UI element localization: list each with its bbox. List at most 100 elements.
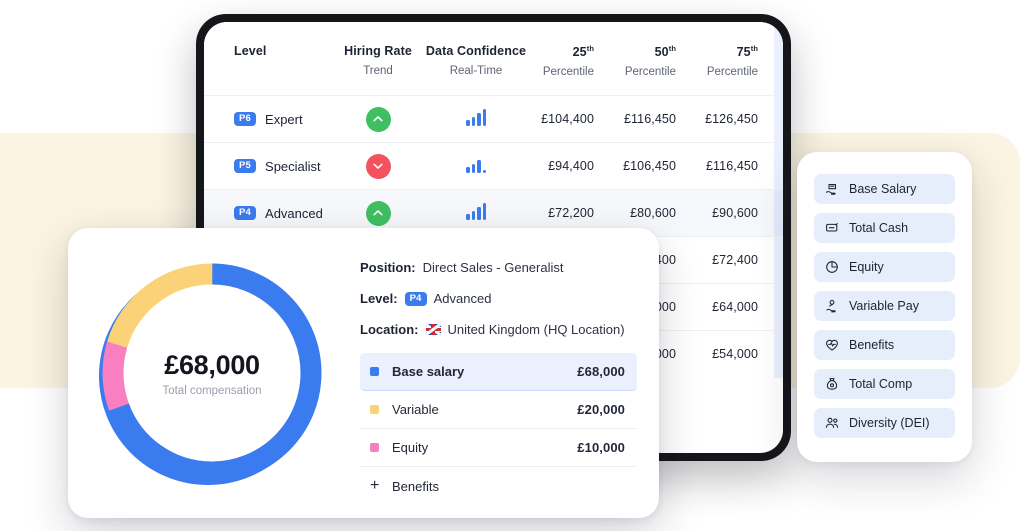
confidence-bars-icon bbox=[466, 203, 486, 221]
menu-item-total-cash[interactable]: Total Cash bbox=[814, 213, 955, 243]
column-title-text: 50 bbox=[654, 45, 669, 60]
menu-item-label: Diversity (DEI) bbox=[849, 416, 930, 430]
cell-p75: £126,450 bbox=[692, 95, 774, 143]
column-header-hiring-rate[interactable]: Hiring Rate Trend bbox=[332, 22, 424, 96]
level-name: Advanced bbox=[265, 205, 323, 221]
location-value: United Kingdom (HQ Location) bbox=[447, 322, 625, 337]
column-title: 75th bbox=[692, 44, 758, 61]
trend-up-icon bbox=[365, 200, 391, 226]
breakdown-amount: £20,000 bbox=[577, 402, 625, 417]
menu-item-label: Base Salary bbox=[849, 182, 917, 196]
level-name: Expert bbox=[265, 111, 303, 127]
cell-level: P5 Specialist bbox=[204, 142, 332, 190]
cell-p75: £90,600 bbox=[692, 189, 774, 237]
cell-p25: £104,400 bbox=[528, 95, 610, 143]
position-label: Position: bbox=[360, 260, 416, 275]
cell-target: £120,450 bbox=[774, 95, 783, 143]
cell-target: £48,000 bbox=[774, 330, 783, 378]
level-label: Level: bbox=[360, 291, 398, 306]
column-title: Hiring Rate bbox=[344, 44, 412, 58]
metric-menu-panel: Base Salary Total Cash Equity Variable Pay B… bbox=[797, 152, 972, 462]
menu-item-label: Equity bbox=[849, 260, 884, 274]
table-header: Level Hiring Rate Trend Data Confidence … bbox=[204, 22, 783, 96]
level-value: Advanced bbox=[433, 291, 492, 306]
position-value: Direct Sales - Generalist bbox=[422, 260, 564, 275]
add-benefits-row[interactable]: + Benefits bbox=[360, 467, 637, 505]
location-row: Location: United Kingdom (HQ Location) bbox=[360, 322, 637, 337]
column-header-p25[interactable]: 25th Percentile bbox=[528, 22, 610, 96]
breakdown-row[interactable]: Variable £20,000 bbox=[360, 391, 637, 429]
breakdown-row[interactable]: Equity £10,000 bbox=[360, 429, 637, 467]
cell-hiring-rate bbox=[332, 95, 424, 143]
menu-item-equity[interactable]: Equity bbox=[814, 252, 955, 282]
donut-chart: £68,000 Total compensation bbox=[89, 250, 335, 496]
breakdown-label: Variable bbox=[392, 402, 439, 417]
cell-p75: £64,000 bbox=[692, 283, 774, 331]
menu-item-base-salary[interactable]: Base Salary bbox=[814, 174, 955, 204]
menu-item-total-comp[interactable]: Total Comp bbox=[814, 369, 955, 399]
ordinal-suffix: th bbox=[750, 44, 758, 53]
column-header-p50[interactable]: 50th Percentile bbox=[610, 22, 692, 96]
breakdown-row[interactable]: Base salary £68,000 bbox=[360, 353, 637, 391]
donut-segments bbox=[102, 263, 322, 483]
breakdown-amount: £68,000 bbox=[577, 364, 625, 379]
money-bag-icon bbox=[826, 378, 838, 390]
column-title: Data Confidence bbox=[425, 44, 527, 58]
color-swatch bbox=[370, 443, 379, 452]
cell-data-confidence bbox=[424, 142, 528, 190]
cash-box-icon bbox=[826, 223, 838, 232]
column-title: Target: 60th bbox=[774, 44, 783, 61]
cell-p75: £54,000 bbox=[692, 330, 774, 378]
add-benefits-label: Benefits bbox=[392, 478, 439, 494]
column-subtitle: Percentile bbox=[706, 65, 758, 78]
position-row: Position: Direct Sales - Generalist bbox=[360, 260, 637, 275]
heart-pulse-icon bbox=[826, 339, 838, 351]
scene: Level Hiring Rate Trend Data Confidence … bbox=[0, 0, 1020, 531]
cell-p75: £72,400 bbox=[692, 236, 774, 284]
ordinal-suffix: th bbox=[586, 44, 594, 53]
cell-target: £84,600 bbox=[774, 189, 783, 237]
column-subtitle: Percentile bbox=[774, 65, 783, 79]
column-header-target[interactable]: Target: 60th Percentile bbox=[774, 22, 783, 96]
menu-item-label: Total Cash bbox=[849, 221, 909, 235]
menu-item-benefits[interactable]: Benefits bbox=[814, 330, 955, 360]
column-header-p75[interactable]: 75th Percentile bbox=[692, 22, 774, 96]
level-badge: P4 bbox=[404, 291, 427, 306]
confidence-bars-icon bbox=[466, 156, 486, 174]
location-label: Location: bbox=[360, 322, 419, 337]
cell-p50: £106,450 bbox=[610, 142, 692, 190]
trend-up-icon bbox=[365, 106, 391, 132]
plus-icon: + bbox=[370, 477, 380, 494]
compensation-card: £68,000 Total compensation Position: Dir… bbox=[68, 228, 659, 518]
column-subtitle: Percentile bbox=[542, 65, 594, 78]
table-row[interactable]: P5 Specialist £94,400£106,450£116,450£110,… bbox=[204, 142, 783, 190]
breakdown-amount: £10,000 bbox=[577, 440, 625, 455]
level-name: Specialist bbox=[265, 158, 321, 174]
column-subtitle: Real-Time bbox=[449, 64, 503, 77]
breakdown-label: Equity bbox=[392, 440, 429, 455]
column-header-level[interactable]: Level bbox=[204, 22, 332, 96]
confidence-bars-icon bbox=[466, 109, 486, 127]
column-title-text: 25 bbox=[572, 45, 587, 60]
people-icon bbox=[825, 417, 839, 428]
compensation-details: Position: Direct Sales - Generalist Leve… bbox=[356, 228, 659, 518]
cell-p75: £116,450 bbox=[692, 142, 774, 190]
compensation-breakdown-list: Base salary £68,000 Variable £20,000 Equity £… bbox=[360, 353, 637, 467]
level-badge: P6 bbox=[234, 112, 257, 127]
column-title: Level bbox=[234, 44, 267, 58]
table-row[interactable]: P6 Expert £104,400£116,450£126,450£120,450 bbox=[204, 95, 783, 143]
cell-level: P6 Expert bbox=[204, 95, 332, 143]
color-swatch bbox=[370, 405, 379, 414]
column-header-data-confidence[interactable]: Data Confidence Real-Time bbox=[424, 22, 528, 96]
breakdown-label: Base salary bbox=[392, 364, 465, 379]
ordinal-suffix: th bbox=[668, 44, 676, 53]
cell-data-confidence bbox=[424, 95, 528, 143]
money-hand-icon bbox=[825, 183, 837, 195]
menu-item-diversity-dei[interactable]: Diversity (DEI) bbox=[814, 408, 955, 438]
donut-svg bbox=[99, 263, 322, 485]
menu-item-variable-pay[interactable]: Variable Pay bbox=[814, 291, 955, 321]
cell-p25: £94,400 bbox=[528, 142, 610, 190]
color-swatch bbox=[370, 367, 379, 376]
trend-down-icon bbox=[365, 153, 391, 179]
cell-p50: £116,450 bbox=[610, 95, 692, 143]
